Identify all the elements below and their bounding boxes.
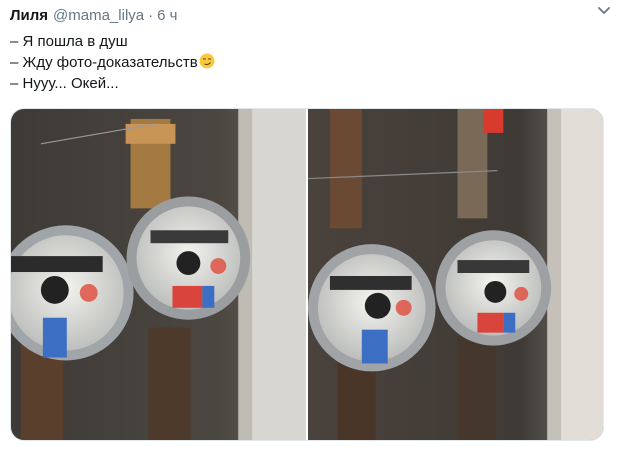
tweet-line-1: – Я пошла в душ bbox=[10, 33, 128, 50]
tweet-line-3: – Нууу... Окей... bbox=[10, 75, 119, 92]
tweet-line-2-text: – Жду фото-доказательств bbox=[10, 54, 198, 71]
chevron-down-icon[interactable] bbox=[596, 2, 612, 18]
water-meters-photo-right bbox=[308, 109, 603, 440]
tweet-header: Лиля @mama_lilya · 6 ч bbox=[10, 4, 610, 26]
photo-right[interactable] bbox=[308, 109, 603, 440]
photo-left[interactable] bbox=[11, 109, 306, 440]
author-handle[interactable]: @mama_lilya bbox=[53, 7, 144, 24]
media-grid bbox=[10, 108, 604, 441]
timestamp[interactable]: 6 ч bbox=[157, 7, 177, 24]
smirking-face-emoji-icon bbox=[199, 53, 215, 69]
water-meters-photo-left bbox=[11, 109, 306, 440]
separator: · bbox=[148, 6, 154, 24]
author-name[interactable]: Лиля bbox=[10, 7, 48, 24]
tweet-line-2: – Жду фото-доказательств bbox=[10, 52, 215, 73]
tweet-text: – Я пошла в душ – Жду фото-доказательств… bbox=[10, 31, 215, 94]
